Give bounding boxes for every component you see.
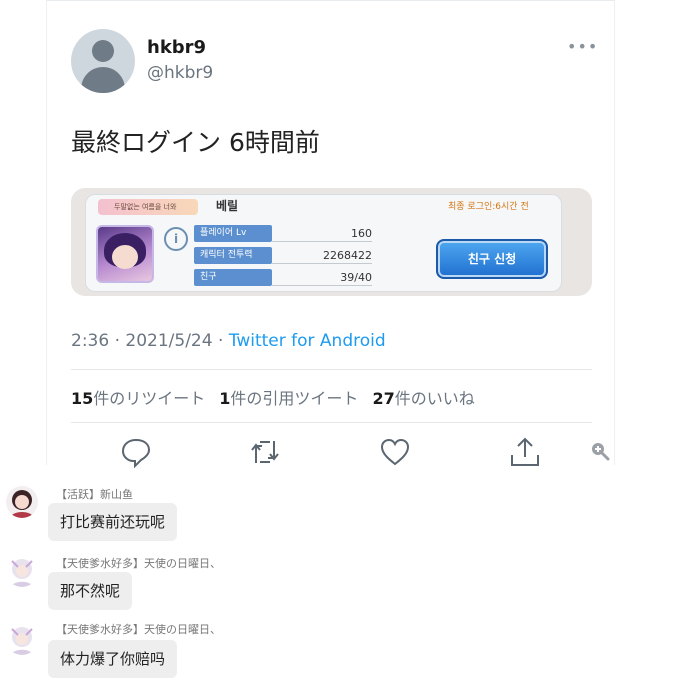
- retweets-count: 15: [71, 389, 94, 408]
- game-profile-panel: 두말없는 여름을 너와 베릴 최종 로그인:6시간 전 i 플레이어 Lv 16…: [85, 194, 562, 292]
- reply-icon[interactable]: [119, 435, 153, 469]
- reply-icon-svg: [121, 438, 151, 469]
- stat-row-power: 캐릭터 전투력 2268422: [194, 247, 372, 264]
- tweet-timestamp[interactable]: 2:36 · 2021/5/24 ·: [71, 331, 229, 351]
- comment-bubble: 打比赛前还玩呢: [48, 503, 178, 541]
- zoom-in-icon[interactable]: [590, 441, 610, 461]
- avatar-illustration: [6, 623, 38, 655]
- commenter-avatar[interactable]: [6, 486, 38, 518]
- tweet-meta: 2:36 · 2021/5/24 · Twitter for Android: [71, 331, 386, 351]
- character-portrait: [96, 225, 154, 283]
- stat-divider: [272, 263, 372, 264]
- commenter-avatar[interactable]: [6, 555, 38, 587]
- user-handle[interactable]: @hkbr9: [147, 63, 213, 83]
- stat-row-friends: 친구 39/40: [194, 269, 372, 286]
- quotes-label: 件の引用ツイート: [230, 389, 359, 408]
- tweet-image[interactable]: 두말없는 여름을 너와 베릴 최종 로그인:6시간 전 i 플레이어 Lv 16…: [71, 188, 592, 296]
- info-icon: i: [164, 227, 188, 251]
- stat-divider: [272, 241, 372, 242]
- display-name[interactable]: hkbr9: [147, 37, 206, 58]
- tweet-card: hkbr9 @hkbr9 ••• 最終ログイン 6時間前 두말없는 여름을 너와…: [46, 0, 615, 469]
- stat-value: 160: [351, 227, 372, 240]
- quotes-stat[interactable]: 1件の引用ツイート: [219, 389, 358, 408]
- share-icon[interactable]: [508, 435, 542, 469]
- stat-divider: [272, 285, 372, 286]
- avatar-head-shape: [92, 40, 114, 62]
- more-options-icon[interactable]: •••: [567, 37, 598, 56]
- divider: [71, 422, 592, 423]
- retweets-stat[interactable]: 15件のリツイート: [71, 389, 205, 408]
- likes-count: 27: [372, 389, 395, 408]
- retweet-icon[interactable]: [248, 435, 282, 469]
- stat-value: 2268422: [323, 249, 372, 262]
- comment-bubble: 体力爆了你赔吗: [48, 640, 178, 678]
- likes-stat[interactable]: 27件のいいね: [372, 389, 474, 408]
- stat-label: 캐릭터 전투력: [194, 247, 272, 264]
- stat-row-level: 플레이어 Lv 160: [194, 225, 372, 242]
- divider: [71, 369, 592, 370]
- engagement-stats: 15件のリツイート 1件の引用ツイート 27件のいいね: [71, 385, 475, 409]
- commenter-avatar[interactable]: [6, 623, 38, 655]
- likes-label: 件のいいね: [394, 389, 475, 408]
- like-icon[interactable]: [378, 435, 412, 469]
- retweets-label: 件のリツイート: [93, 389, 206, 408]
- retweet-icon-svg: [251, 441, 279, 463]
- like-icon-svg: [380, 438, 410, 466]
- user-avatar[interactable]: [71, 29, 135, 93]
- zoom-in-icon-svg: [592, 443, 610, 461]
- portrait-face: [112, 245, 138, 269]
- share-icon-svg: [511, 437, 539, 466]
- friend-request-button: 친구 신청: [436, 239, 548, 279]
- avatar-illustration: [6, 486, 38, 518]
- tweet-source-link[interactable]: Twitter for Android: [229, 331, 386, 351]
- stat-label: 친구: [194, 269, 272, 286]
- title-badge: 두말없는 여름을 너와: [98, 199, 198, 215]
- stat-label: 플레이어 Lv: [194, 225, 272, 242]
- comment-bubble: 那不然呢: [48, 572, 133, 610]
- quotes-count: 1: [219, 389, 231, 408]
- tweet-text: 最終ログイン 6時間前: [71, 128, 320, 157]
- commenter-name: 【天使爹水好多】天使の日曜日、: [56, 623, 221, 636]
- last-login-text: 최종 로그인:6시간 전: [448, 202, 529, 212]
- avatar-illustration: [6, 555, 38, 587]
- commenter-name: 【天使爹水好多】天使の日曜日、: [56, 557, 221, 570]
- stat-value: 39/40: [340, 271, 372, 284]
- avatar-body-shape: [81, 67, 125, 93]
- commenter-name: 【活跃】新山鱼: [56, 488, 133, 501]
- player-name: 베릴: [216, 199, 239, 213]
